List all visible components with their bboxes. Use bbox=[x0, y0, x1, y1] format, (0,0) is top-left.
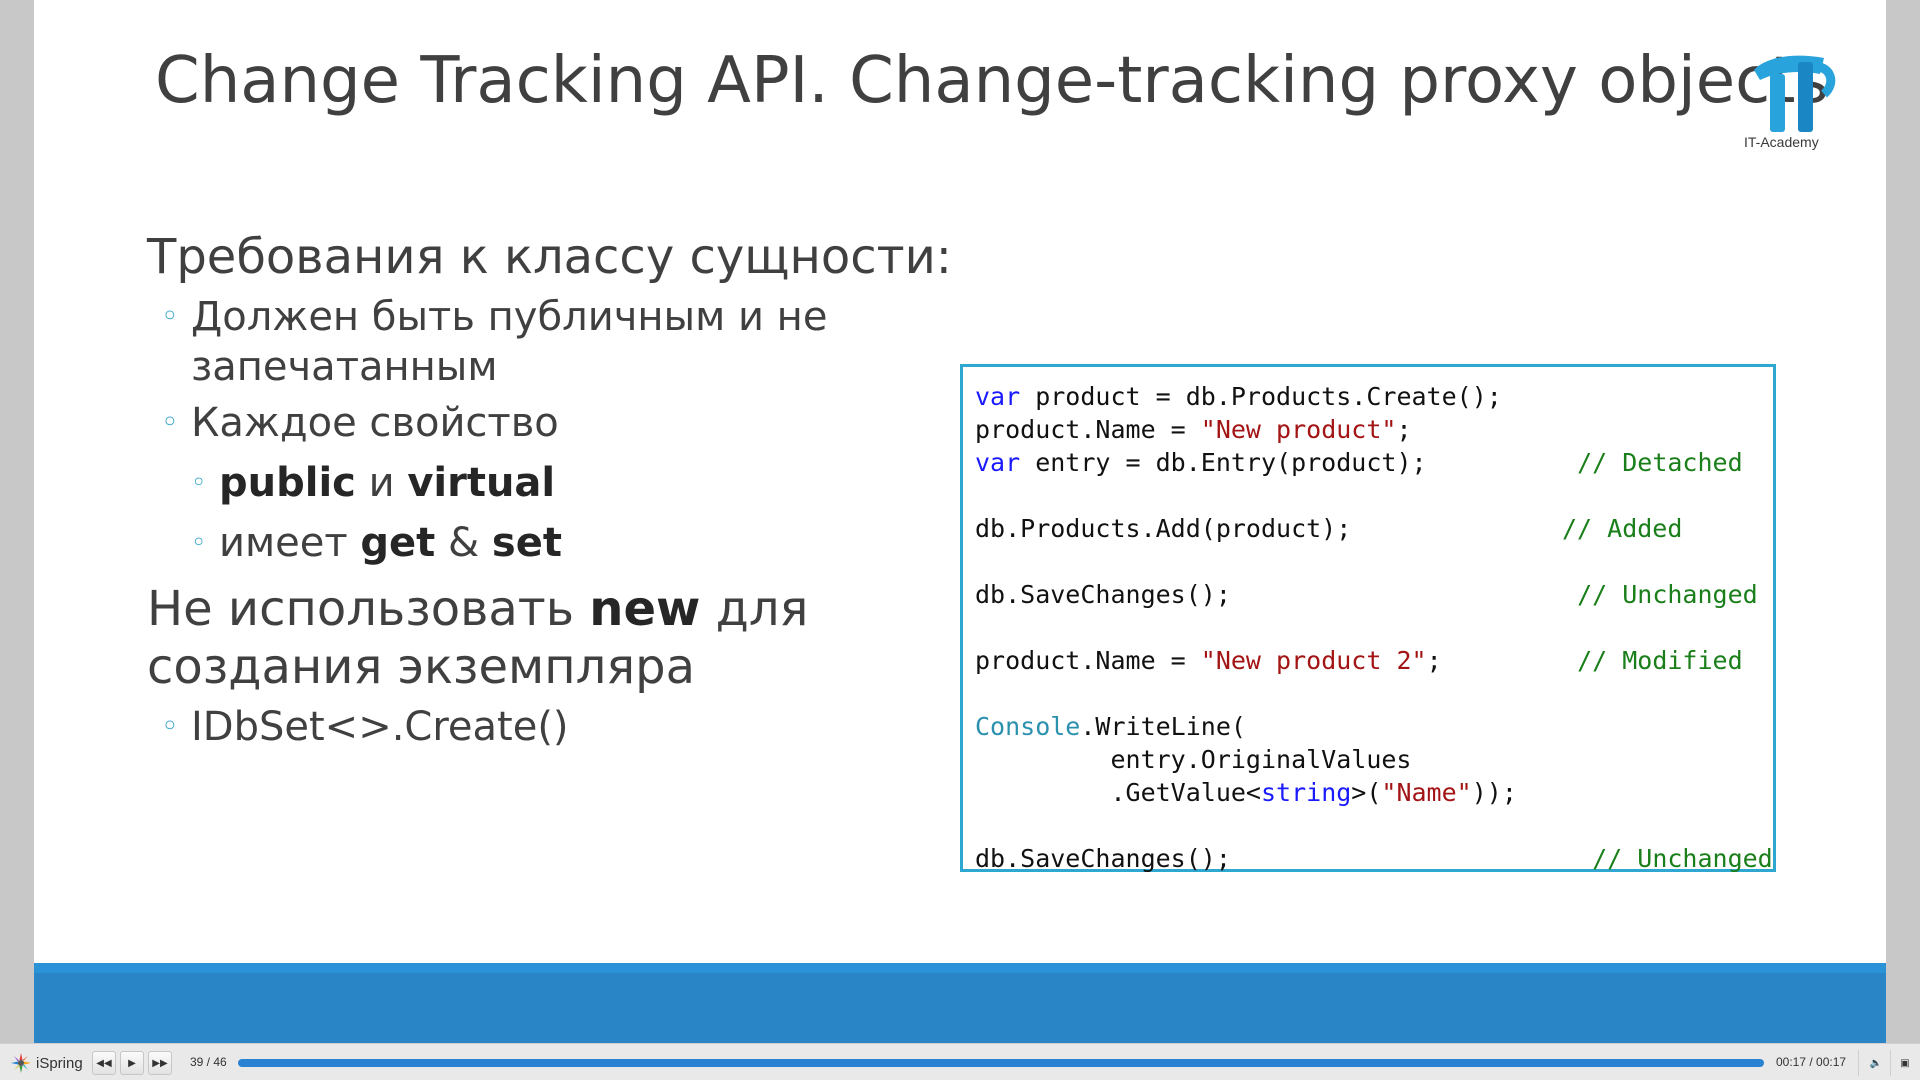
code-keyword: var bbox=[975, 448, 1021, 477]
code-text: db.Products.Add(product); bbox=[975, 514, 1352, 543]
code-text: entry = db.Entry(product); bbox=[1020, 448, 1578, 477]
fullscreen-icon: ▣ bbox=[1900, 1057, 1910, 1069]
code-text: db.SaveChanges(); bbox=[975, 580, 1231, 609]
code-keyword: var bbox=[975, 382, 1021, 411]
code-type: Console bbox=[975, 712, 1081, 741]
heading-no-new-line2: создания экземпляра bbox=[147, 639, 696, 695]
code-comment: // Unchanged bbox=[1592, 844, 1773, 873]
keyword-set: set bbox=[491, 520, 562, 566]
code-comment: // Added bbox=[1562, 514, 1683, 543]
code-keyword: string bbox=[1260, 778, 1352, 807]
heading-requirements: Требования к классу сущности: bbox=[147, 229, 952, 285]
previous-slide-button[interactable]: ◀◀ bbox=[92, 1051, 116, 1075]
keyword-virtual: virtual bbox=[407, 460, 556, 506]
code-text: ; bbox=[1396, 415, 1412, 444]
code-comment: // Detached bbox=[1577, 448, 1743, 477]
bullet-line: запечатанным bbox=[191, 344, 498, 390]
volume-button[interactable]: 🔈 bbox=[1864, 1051, 1888, 1075]
skip-forward-icon: ▶▶ bbox=[152, 1057, 168, 1069]
bullet-public-sealed: Должен быть публичным и не запечатанным bbox=[147, 292, 952, 392]
code-string: "New product 2" bbox=[1200, 646, 1427, 675]
play-button[interactable]: ▶ bbox=[120, 1051, 144, 1075]
connector-text: имеет bbox=[219, 520, 361, 566]
code-comment: // Modified bbox=[1577, 646, 1743, 675]
progress-bar[interactable] bbox=[238, 1059, 1764, 1067]
connector-text: & bbox=[435, 520, 492, 566]
connector-text: и bbox=[355, 460, 408, 506]
bullet-line: Должен быть публичным и не bbox=[191, 294, 828, 340]
heading-text: Не использовать bbox=[147, 581, 590, 637]
code-sample-box: var product = db.Products.Create(); prod… bbox=[960, 364, 1776, 875]
code-text: >( bbox=[1351, 778, 1382, 807]
footer-band-accent bbox=[34, 963, 1886, 973]
next-slide-button[interactable]: ▶▶ bbox=[148, 1051, 172, 1075]
ispring-brand: iSpring bbox=[10, 1052, 83, 1074]
ispring-logo-icon bbox=[11, 1053, 31, 1073]
code-string: "Name" bbox=[1381, 778, 1472, 807]
slide-title: Change Tracking API. Change-tracking pro… bbox=[155, 44, 1829, 118]
skip-back-icon: ◀◀ bbox=[96, 1057, 112, 1069]
progress-fill bbox=[238, 1059, 1764, 1067]
footer-band bbox=[34, 973, 1886, 1043]
code-text: ; bbox=[1426, 646, 1578, 675]
code-sample: var product = db.Products.Create(); prod… bbox=[975, 380, 1773, 875]
slide-counter: 39 / 46 bbox=[190, 1055, 227, 1069]
heading-no-new: Не использовать new для bbox=[147, 580, 952, 638]
slide-content: Требования к классу сущности: Должен быт… bbox=[147, 228, 952, 752]
heading-text: для bbox=[700, 581, 809, 637]
code-comment: // Unchanged bbox=[1577, 580, 1758, 609]
slide: Change Tracking API. Change-tracking pro… bbox=[34, 0, 1886, 1043]
player-toolbar: iSpring ◀◀ ▶ ▶▶ 39 / 46 00:17 / 00:17 🔈 … bbox=[0, 1043, 1920, 1080]
bullet-each-property: Каждое свойство bbox=[147, 398, 952, 448]
code-string: "New product" bbox=[1200, 415, 1397, 444]
toolbar-divider bbox=[1890, 1050, 1891, 1076]
keyword-new: new bbox=[589, 581, 701, 637]
playback-time: 00:17 / 00:17 bbox=[1776, 1055, 1847, 1069]
bullet-create-method: IDbSet<>.Create() bbox=[147, 702, 952, 752]
logo-caption: IT-Academy bbox=[1744, 134, 1819, 150]
toolbar-divider bbox=[1858, 1050, 1859, 1076]
keyword-public: public bbox=[219, 460, 356, 506]
fullscreen-button[interactable]: ▣ bbox=[1893, 1051, 1917, 1075]
volume-icon: 🔈 bbox=[1869, 1057, 1883, 1069]
subbullet-public-virtual: public и virtual bbox=[147, 458, 952, 508]
play-icon: ▶ bbox=[128, 1057, 136, 1069]
keyword-get: get bbox=[360, 520, 436, 566]
code-text: product.Name = bbox=[975, 646, 1186, 675]
ispring-label: iSpring bbox=[36, 1054, 83, 1072]
subbullet-get-set: имеет get & set bbox=[147, 518, 952, 568]
